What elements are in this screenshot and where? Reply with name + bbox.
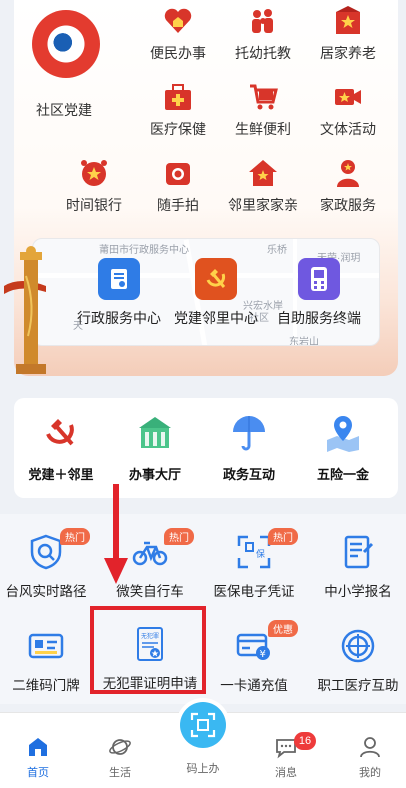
service-label: 自助服务终端: [277, 310, 361, 326]
shopping-cart-icon: [250, 84, 278, 110]
hammer-sickle-icon: [46, 419, 74, 446]
grid-item-neighbor[interactable]: 邻里家家亲: [223, 158, 303, 215]
hall-icon: [139, 417, 171, 448]
nav-label: 码上办: [186, 763, 220, 775]
card-recharge-icon: ¥: [236, 633, 270, 660]
terminal-icon: [298, 258, 340, 300]
nav-label: 生活: [109, 767, 131, 779]
grid-item-snapshot[interactable]: 随手拍: [138, 158, 218, 215]
person-icon: [360, 737, 380, 758]
quick-services-card: 党建＋邻里 办事大厅 政务互动 五险一金: [14, 398, 398, 498]
insurance-card-icon: 保: [237, 535, 271, 569]
map-label: 莆田市行政服务中心: [99, 245, 189, 256]
camera-icon: [335, 89, 361, 105]
map-label: 东岩山: [289, 337, 319, 346]
umbrella-icon: [233, 416, 265, 451]
party-logo-icon[interactable]: [32, 10, 100, 78]
hot-tag: 热门: [60, 528, 90, 545]
message-badge: 16: [294, 732, 316, 750]
hot-tag: 热门: [268, 528, 298, 545]
grid-item-childcare[interactable]: 托幼托教: [223, 6, 303, 63]
grid-label: 文体活动: [320, 121, 376, 137]
service-school-enroll[interactable]: 中小学报名: [308, 534, 406, 600]
hot-tag: 热门: [164, 528, 194, 545]
grid-label: 便民办事: [150, 45, 206, 61]
service-admin-center[interactable]: 行政服务中心: [66, 258, 172, 328]
grid-label: 生鲜便利: [235, 121, 291, 137]
grid-label: 托幼托教: [235, 45, 291, 61]
housekeeping-icon: [337, 160, 359, 187]
medical-kit-icon: [165, 84, 191, 110]
service-label: 中小学报名: [324, 584, 392, 599]
quick-gov-interaction[interactable]: 政务互动: [204, 414, 294, 483]
scan-button[interactable]: [180, 702, 226, 748]
grid-item-medical[interactable]: 医疗保健: [138, 82, 218, 139]
quick-label: 党建＋邻里: [28, 467, 94, 482]
service-label: 一卡通充值: [220, 678, 288, 693]
target-icon: [341, 629, 375, 663]
nav-label: 我的: [359, 767, 381, 779]
nav-life[interactable]: 生活: [90, 735, 150, 780]
family-icon: [252, 9, 273, 33]
bicycle-icon: [132, 541, 168, 566]
quick-insurance[interactable]: 五险一金: [298, 414, 388, 483]
grid-item-culture[interactable]: 文体活动: [308, 82, 388, 139]
grid-label: 邻里家家亲: [228, 197, 298, 213]
discount-tag: 优惠: [268, 620, 298, 637]
nav-home[interactable]: 首页: [8, 735, 68, 780]
scan-icon: [190, 712, 216, 738]
shield-search-icon: [30, 534, 62, 570]
svg-text:保: 保: [256, 548, 265, 560]
snapshot-icon: [166, 163, 190, 185]
alarm-clock-icon: [81, 160, 107, 186]
grid-item-elderly[interactable]: 居家养老: [308, 6, 388, 63]
map-label: 乐桥: [267, 245, 287, 256]
svg-text:¥: ¥: [260, 649, 266, 660]
quick-label: 办事大厅: [128, 467, 181, 482]
service-label: 职工医疗互助: [317, 678, 399, 693]
document-icon: [98, 258, 140, 300]
heart-home-icon: [164, 8, 192, 33]
pillar-decoration-icon: [4, 246, 46, 374]
service-qr-doorplate[interactable]: 二维码门牌: [0, 628, 96, 694]
quick-label: 五险一金: [316, 467, 369, 482]
service-label: 医保电子凭证: [213, 584, 295, 599]
nav-label: 消息: [275, 767, 297, 779]
quick-label: 政务互动: [222, 467, 275, 482]
quick-party-neighbor[interactable]: 党建＋邻里: [16, 414, 106, 483]
service-worker-medical-aid[interactable]: 职工医疗互助: [308, 628, 406, 694]
grid-item-fresh[interactable]: 生鲜便利: [223, 82, 303, 139]
service-label: 台风实时路径: [5, 584, 87, 599]
service-party-center[interactable]: 党建邻里中心: [163, 258, 269, 328]
community-panel: 社区党建 便民办事 托幼托教 居家养老 医疗保健 生鲜便利 文体活动 时间银行 …: [14, 0, 398, 376]
nav-label: 首页: [27, 767, 49, 779]
service-label: 二维码门牌: [12, 678, 80, 693]
grid-item-timebank[interactable]: 时间银行: [54, 158, 134, 215]
form-icon: [344, 535, 374, 569]
grid-item-housekeeping[interactable]: 家政服务: [308, 158, 388, 215]
annotation-arrow-icon: [104, 484, 128, 584]
home-icon: [29, 738, 47, 756]
grid-item-service[interactable]: 便民办事: [138, 6, 218, 63]
elderly-home-icon: [336, 6, 360, 34]
service-label: 行政服务中心: [77, 310, 161, 326]
party-label: 社区党建: [36, 102, 92, 118]
grid-label: 居家养老: [320, 45, 376, 61]
grid-label: 时间银行: [66, 197, 122, 213]
grid-label: 医疗保健: [150, 121, 206, 137]
quick-service-hall[interactable]: 办事大厅: [110, 414, 200, 483]
grid-label: 随手拍: [157, 197, 199, 213]
hammer-sickle-icon: [195, 258, 237, 300]
annotation-highlight-box: [90, 606, 206, 694]
location-pin-icon: [327, 416, 359, 452]
house-icon: [249, 160, 277, 186]
service-label: 党建邻里中心: [174, 310, 258, 326]
grid-label: 家政服务: [320, 197, 376, 213]
planet-icon: [109, 739, 131, 755]
service-card-recharge[interactable]: ¥ 一卡通充值: [204, 628, 304, 694]
nav-mine[interactable]: 我的: [340, 735, 400, 780]
service-self-terminal[interactable]: 自助服务终端: [266, 258, 372, 328]
qr-plate-icon: [28, 633, 64, 659]
